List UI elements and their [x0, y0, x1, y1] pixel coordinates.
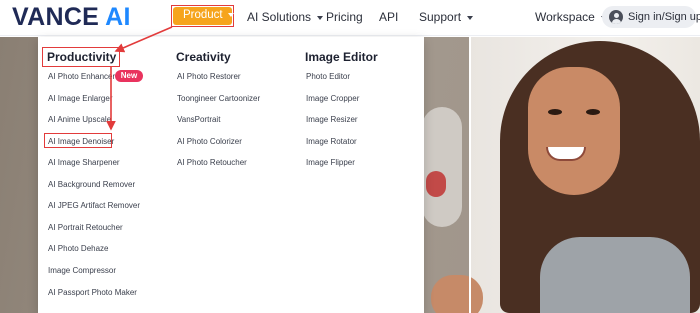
- menu-item-ai-photo-enhancer[interactable]: AI Photo Enhancer: [48, 72, 115, 82]
- chevron-down-icon: [317, 16, 324, 20]
- logo-text-ai: AI: [105, 3, 131, 31]
- hand-figure: [431, 275, 483, 313]
- nav-ai-solutions-label: AI Solutions: [247, 10, 312, 24]
- menu-item-ai-photo-retoucher[interactable]: AI Photo Retoucher: [177, 158, 247, 168]
- menu-item-image-rotator[interactable]: Image Rotator: [306, 137, 357, 147]
- menu-item-ai-photo-dehaze[interactable]: AI Photo Dehaze: [48, 244, 108, 254]
- dog-tongue: [426, 171, 446, 197]
- nav-workspace[interactable]: Workspace: [535, 10, 607, 24]
- nav-pricing[interactable]: Pricing: [326, 10, 363, 24]
- menu-item-ai-image-denoiser[interactable]: AI Image Denoiser: [48, 137, 114, 147]
- menu-item-toongineer-cartoonizer[interactable]: Toongineer Cartoonizer: [177, 94, 260, 104]
- chevron-down-icon: [227, 13, 234, 17]
- logo-text-vance: VANCE: [12, 3, 100, 31]
- eye-right: [586, 109, 600, 115]
- nav-ai-solutions[interactable]: AI Solutions: [247, 10, 324, 24]
- new-badge: New: [115, 70, 143, 82]
- menu-item-photo-editor[interactable]: Photo Editor: [306, 72, 350, 82]
- menu-item-ai-photo-colorizer[interactable]: AI Photo Colorizer: [177, 137, 242, 147]
- nav-product-button[interactable]: Product: [173, 7, 234, 25]
- menu-item-ai-image-enlarger[interactable]: AI Image Enlarger: [48, 94, 112, 104]
- column-heading-image-editor: Image Editor: [305, 50, 378, 64]
- dog-figure: [422, 107, 462, 227]
- column-heading-productivity: Productivity: [47, 50, 117, 64]
- before-after-divider[interactable]: [469, 37, 471, 313]
- menu-item-ai-photo-restorer[interactable]: AI Photo Restorer: [177, 72, 241, 82]
- menu-item-vansportrait[interactable]: VansPortrait: [177, 115, 220, 125]
- product-highlight-box: Product: [171, 5, 234, 27]
- nav-product-label: Product: [183, 9, 223, 21]
- nav-api[interactable]: API: [379, 10, 398, 24]
- menu-item-ai-passport-photo-maker[interactable]: AI Passport Photo Maker: [48, 288, 137, 298]
- nav-support[interactable]: Support: [419, 10, 474, 24]
- menu-item-ai-jpeg-artifact-remover[interactable]: AI JPEG Artifact Remover: [48, 201, 140, 211]
- vanceai-logo[interactable]: VANCE AI: [12, 4, 131, 30]
- top-navbar: VANCE AI Product AI Solutions Pricing API…: [0, 0, 700, 36]
- column-heading-creativity: Creativity: [176, 50, 231, 64]
- menu-item-ai-portrait-retoucher[interactable]: AI Portrait Retoucher: [48, 223, 123, 233]
- woman-shirt: [540, 237, 690, 313]
- menu-item-image-resizer[interactable]: Image Resizer: [306, 115, 358, 125]
- woman-face: [528, 67, 620, 195]
- user-circle-icon: [609, 10, 623, 24]
- nav-workspace-label: Workspace: [535, 10, 595, 24]
- eye-left: [548, 109, 562, 115]
- signin-button[interactable]: Sign in/Sign up: [602, 6, 700, 28]
- chevron-down-icon: [467, 16, 474, 20]
- menu-item-ai-image-sharpener[interactable]: AI Image Sharpener: [48, 158, 120, 168]
- menu-item-image-cropper[interactable]: Image Cropper: [306, 94, 359, 104]
- menu-item-ai-anime-upscale[interactable]: AI Anime Upscale: [48, 115, 111, 125]
- signin-label: Sign in/Sign up: [628, 11, 700, 23]
- menu-item-image-flipper[interactable]: Image Flipper: [306, 158, 355, 168]
- product-dropdown-menu: Productivity AI Photo Enhancer New AI Im…: [38, 37, 424, 313]
- menu-item-ai-background-remover[interactable]: AI Background Remover: [48, 180, 135, 190]
- menu-item-image-compressor[interactable]: Image Compressor: [48, 266, 116, 276]
- nav-support-label: Support: [419, 10, 462, 24]
